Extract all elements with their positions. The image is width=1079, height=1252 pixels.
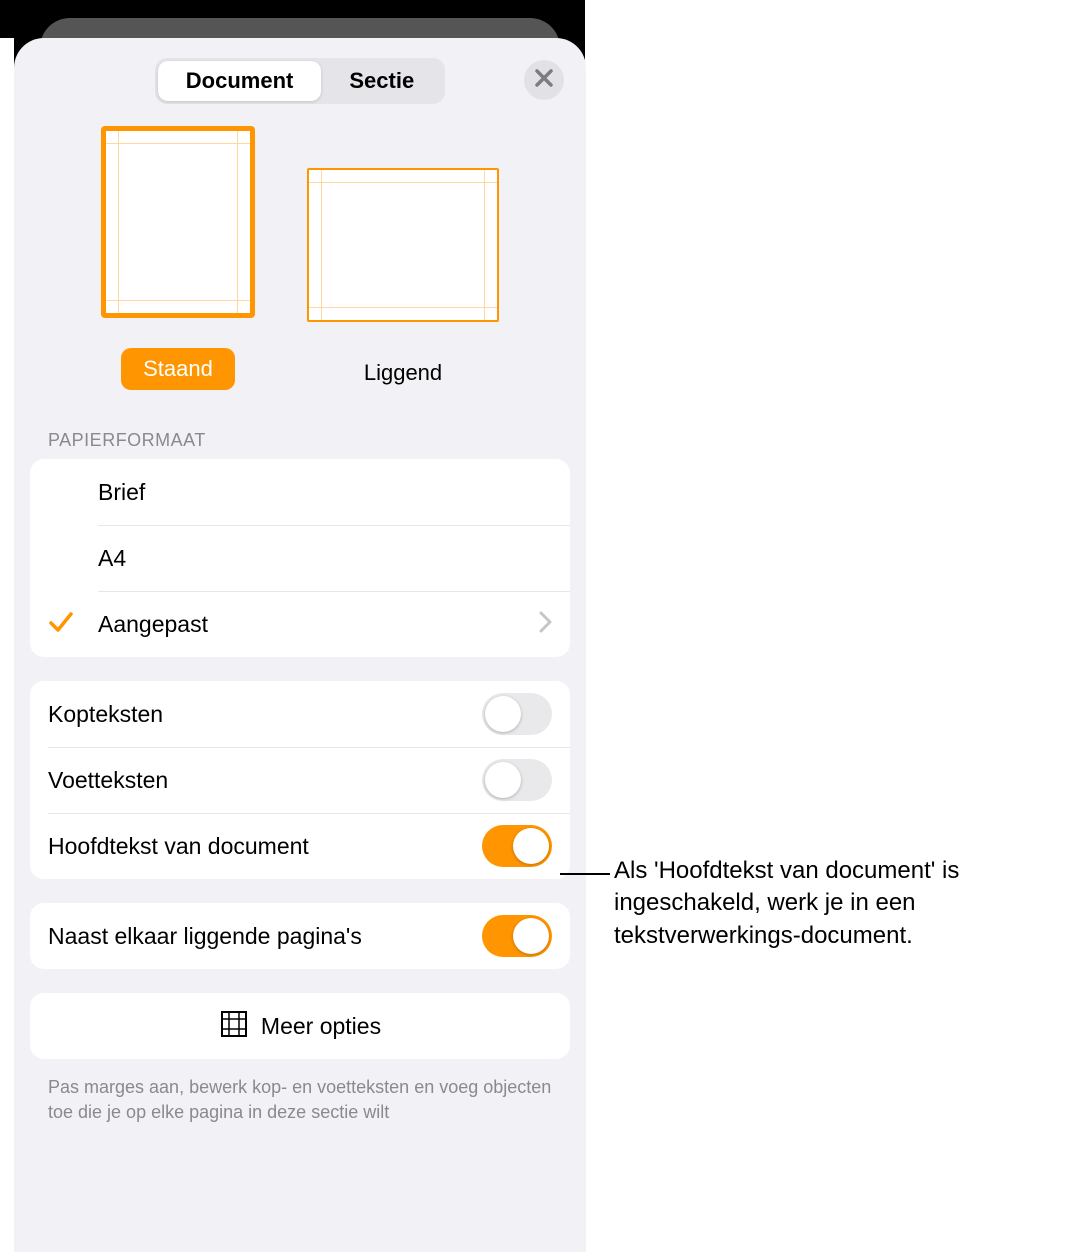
orientation-landscape[interactable]: Liggend — [307, 126, 499, 394]
orientation-selector: Staand Liggend — [14, 118, 586, 424]
facing-pages-label: Naast elkaar liggende pagina's — [48, 923, 482, 950]
footers-row: Voetteksten — [30, 747, 570, 813]
document-body-row: Hoofdtekst van document — [30, 813, 570, 879]
document-body-toggle[interactable] — [482, 825, 552, 867]
more-options-button[interactable]: Meer opties — [30, 993, 570, 1059]
callout-connector — [560, 873, 610, 875]
portrait-thumbnail — [101, 126, 255, 318]
portrait-label: Staand — [121, 348, 235, 390]
landscape-label: Liggend — [342, 352, 464, 394]
headers-toggle[interactable] — [482, 693, 552, 735]
footers-label: Voetteksten — [48, 767, 482, 794]
checkmark-icon — [48, 609, 74, 640]
paper-size-letter-label: Brief — [98, 479, 552, 506]
orientation-portrait[interactable]: Staand — [101, 126, 255, 394]
paper-size-card: Brief A4 Aangepast — [30, 459, 570, 657]
panel-header: Document Sectie — [14, 38, 586, 118]
facing-pages-row: Naast elkaar liggende pagina's — [30, 903, 570, 969]
paper-size-header: PAPIERFORMAAT — [14, 424, 586, 459]
headers-row: Kopteksten — [30, 681, 570, 747]
more-options-caption: Pas marges aan, bewerk kop- en voettekst… — [14, 1069, 586, 1131]
headers-footers-card: Kopteksten Voetteksten Hoofdtekst van do… — [30, 681, 570, 879]
paper-size-a4-label: A4 — [98, 545, 552, 572]
more-options-label: Meer opties — [261, 1013, 381, 1040]
paper-size-custom-label: Aangepast — [98, 611, 539, 638]
chevron-right-icon — [539, 611, 552, 638]
paper-size-custom[interactable]: Aangepast — [30, 591, 570, 657]
document-body-label: Hoofdtekst van document — [48, 833, 482, 860]
landscape-thumbnail — [307, 168, 499, 322]
tab-document[interactable]: Document — [158, 61, 322, 101]
footers-toggle[interactable] — [482, 759, 552, 801]
facing-pages-toggle[interactable] — [482, 915, 552, 957]
close-button[interactable] — [524, 60, 564, 100]
margins-icon — [219, 1009, 249, 1044]
document-settings-panel: Document Sectie Staand Liggend PAPIERFOR… — [14, 38, 586, 1252]
headers-label: Kopteksten — [48, 701, 482, 728]
tab-segmented-control: Document Sectie — [155, 58, 445, 104]
callout-text: Als 'Hoofdtekst van document' is ingesch… — [614, 855, 1064, 952]
close-icon — [535, 69, 553, 92]
tab-section[interactable]: Sectie — [321, 61, 442, 101]
paper-size-a4[interactable]: A4 — [30, 525, 570, 591]
facing-pages-card: Naast elkaar liggende pagina's — [30, 903, 570, 969]
paper-size-letter[interactable]: Brief — [30, 459, 570, 525]
